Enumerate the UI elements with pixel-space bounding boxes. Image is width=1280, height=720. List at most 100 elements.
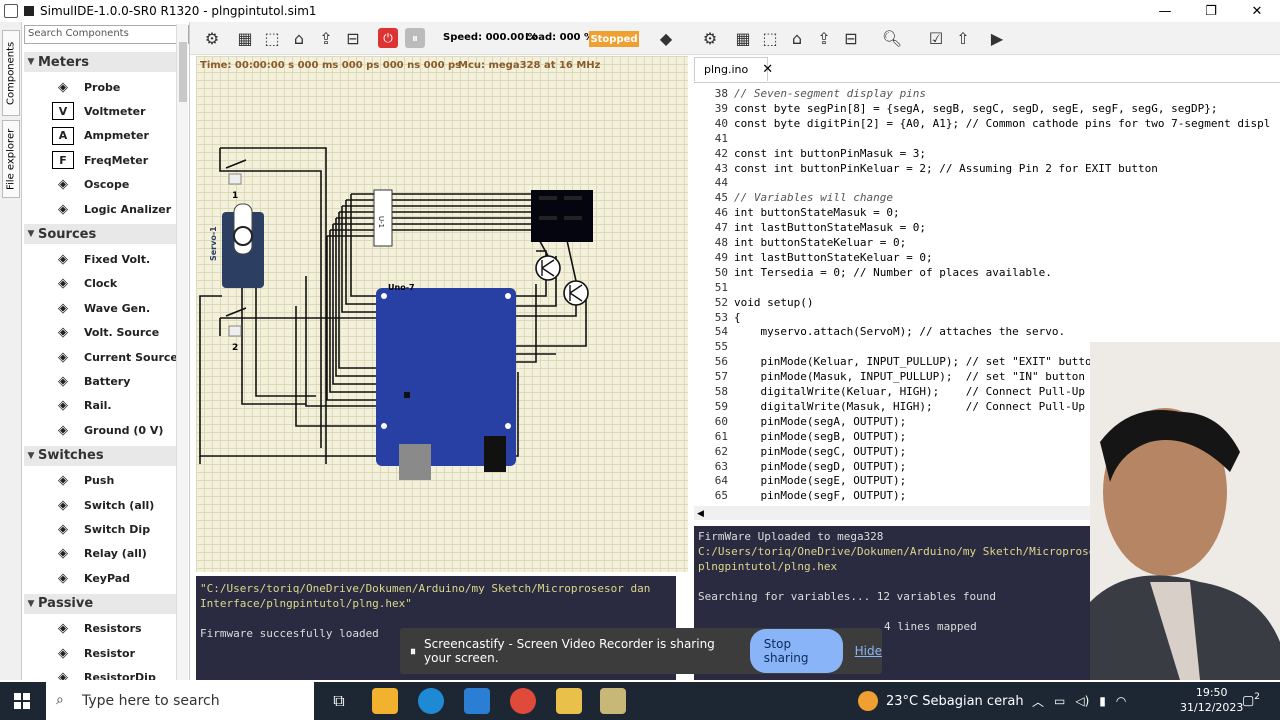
notification-icon[interactable]: ▢2 <box>1242 692 1260 708</box>
minimize-button[interactable]: — <box>1142 0 1188 22</box>
code-line[interactable]: 52 void setup() <box>694 296 814 311</box>
save-file-icon[interactable]: ⇪ <box>316 28 336 48</box>
simulide-icon[interactable] <box>600 688 626 714</box>
debug-run-icon[interactable]: ▶ <box>987 28 1007 48</box>
code-line[interactable]: 44 <box>694 176 734 191</box>
component-relay-all-[interactable]: ◈ Relay (all) <box>52 543 147 565</box>
code-line[interactable]: 45 // Variables will change <box>694 191 893 206</box>
file-explorer-icon[interactable] <box>556 688 582 714</box>
code-line[interactable]: 47 int lastButtonStateMasuk = 0; <box>694 221 926 236</box>
category-passive[interactable]: ▼ Passive <box>24 593 176 614</box>
code-line[interactable]: 63 pinMode(segD, OUTPUT); <box>694 460 906 475</box>
tab-file-explorer[interactable]: File explorer <box>2 120 20 198</box>
code-line[interactable]: 60 pinMode(segA, OUTPUT); <box>694 415 906 430</box>
component-switch-dip[interactable]: ◈ Switch Dip <box>52 518 150 540</box>
editor-upload-icon[interactable]: ⊟ <box>841 28 861 48</box>
code-line[interactable]: 49 int lastButtonStateKeluar = 0; <box>694 251 933 266</box>
component-freqmeter[interactable]: F FreqMeter <box>52 149 148 171</box>
start-button[interactable] <box>14 693 30 709</box>
code-line[interactable]: 55 <box>694 340 734 355</box>
code-line[interactable]: 56 pinMode(Keluar, INPUT_PULLUP); // set… <box>694 355 1092 370</box>
component-rail-[interactable]: ◈ Rail. <box>52 395 112 417</box>
component-clock[interactable]: ◈ Clock <box>52 273 117 295</box>
component-wave-gen-[interactable]: ◈ Wave Gen. <box>52 297 150 319</box>
tab-plng-ino[interactable]: plng.ino ✕ <box>694 57 773 81</box>
component-logic-analizer[interactable]: ◈ Logic Analizer <box>52 198 171 220</box>
store-icon[interactable] <box>372 688 398 714</box>
code-line[interactable]: 58 digitalWrite(Keluar, HIGH); // Connec… <box>694 385 1085 400</box>
edge-icon[interactable] <box>418 688 444 714</box>
code-line[interactable]: 57 pinMode(Masuk, INPUT_PULLUP); // set … <box>694 370 1085 385</box>
code-line[interactable]: 46 int buttonStateMasuk = 0; <box>694 206 900 221</box>
volume-icon[interactable]: ◁) <box>1075 694 1089 708</box>
code-line[interactable]: 53 { <box>694 311 741 326</box>
code-line[interactable]: 39 const byte segPin[8] = {segA, segB, se… <box>694 102 1218 117</box>
debug-icon[interactable]: ◆ <box>656 28 676 48</box>
component-resistordip[interactable]: ◈ ResistorDip <box>52 666 156 680</box>
code-line[interactable]: 51 <box>694 281 734 296</box>
chrome-icon[interactable] <box>510 688 536 714</box>
code-line[interactable]: 43 const int buttonPinKeluar = 2; // Assu… <box>694 162 1158 177</box>
component-probe[interactable]: ◈ Probe <box>52 76 120 98</box>
component-volt-source[interactable]: ◈ Volt. Source <box>52 322 159 344</box>
system-menu-icon[interactable] <box>4 4 18 18</box>
code-line[interactable]: 42 const int buttonPinMasuk = 3; <box>694 147 926 162</box>
circuit-icon[interactable]: ▦ <box>235 28 255 48</box>
weather-widget[interactable]: 23°C Sebagian cerah <box>858 682 1024 720</box>
close-button[interactable]: ✕ <box>1234 0 1280 22</box>
upload-icon[interactable]: ⇧ <box>953 28 973 48</box>
component-oscope[interactable]: ◈ Oscope <box>52 174 129 196</box>
component-voltmeter[interactable]: V Voltmeter <box>52 100 146 122</box>
code-line[interactable]: 41 <box>694 132 734 147</box>
wifi-icon[interactable]: ◠ <box>1116 694 1126 708</box>
editor-save-icon[interactable]: ⌂ <box>787 28 807 48</box>
code-line[interactable]: 48 int buttonStateKeluar = 0; <box>694 236 906 251</box>
hide-link[interactable]: Hide <box>855 644 882 658</box>
component-battery[interactable]: ◈ Battery <box>52 370 130 392</box>
component-fixed-volt-[interactable]: ◈ Fixed Volt. <box>52 248 150 270</box>
component-ground-0-v-[interactable]: ◈ Ground (0 V) <box>52 419 163 441</box>
circuit-canvas[interactable]: Time: 00:00:00 s 000 ms 000 ps 000 ns 00… <box>196 56 688 572</box>
find-icon[interactable]: 🔍︎ <box>882 28 902 48</box>
open-file-icon[interactable]: ⌂ <box>289 28 309 48</box>
save-as-icon[interactable]: ⊟ <box>343 28 363 48</box>
chevron-up-icon[interactable]: ︿ <box>1032 693 1044 710</box>
system-tray[interactable]: ︿ ▭ ◁) ▮ ◠ <box>1032 682 1126 720</box>
code-line[interactable]: 65 pinMode(segF, OUTPUT); <box>694 489 906 504</box>
code-line[interactable]: 40 const byte digitPin[2] = {A0, A1}; // … <box>694 117 1271 132</box>
battery-icon[interactable]: ▭ <box>1054 694 1065 708</box>
editor-saveas-icon[interactable]: ⇪ <box>814 28 834 48</box>
editor-open-icon[interactable]: ⬚ <box>760 28 780 48</box>
clock[interactable]: 19:50 31/12/2023 <box>1180 685 1243 715</box>
component-resistor[interactable]: ◈ Resistor <box>52 642 135 664</box>
component-push[interactable]: ◈ Push <box>52 470 114 492</box>
settings-gear-icon[interactable]: ⚙ <box>202 28 222 48</box>
mic-icon[interactable]: ▮ <box>1099 694 1106 708</box>
component-current-source[interactable]: ◈ Current Source <box>52 346 178 368</box>
component-keypad[interactable]: ◈ KeyPad <box>52 567 130 589</box>
code-line[interactable]: 50 int Tersedia = 0; // Number of places … <box>694 266 1052 281</box>
code-line[interactable]: 54 myservo.attach(ServoM); // attaches t… <box>694 325 1065 340</box>
editor-new-icon[interactable]: ▦ <box>733 28 753 48</box>
pause-button-icon[interactable]: ⏸ <box>405 28 425 48</box>
compile-icon[interactable]: ☑ <box>926 28 946 48</box>
code-line[interactable]: 38 // Seven-segment display pins <box>694 87 926 102</box>
editor-hscrollbar[interactable]: ◀ <box>694 506 1094 520</box>
tab-components[interactable]: Components <box>2 30 20 116</box>
close-tab-icon[interactable]: ✕ <box>762 62 773 77</box>
power-button-icon[interactable]: ⏻ <box>378 28 398 48</box>
code-line[interactable]: 61 pinMode(segB, OUTPUT); <box>694 430 906 445</box>
taskbar-search[interactable]: ⌕ Type here to search <box>46 682 314 720</box>
code-line[interactable]: 64 pinMode(segE, OUTPUT); <box>694 474 906 489</box>
code-line[interactable]: 62 pinMode(segC, OUTPUT); <box>694 445 906 460</box>
new-file-icon[interactable]: ⬚ <box>262 28 282 48</box>
component-ampmeter[interactable]: A Ampmeter <box>52 125 149 147</box>
mail-icon[interactable] <box>464 688 490 714</box>
component-switch-all-[interactable]: ◈ Switch (all) <box>52 494 154 516</box>
component-resistors[interactable]: ◈ Resistors <box>52 618 142 640</box>
category-meters[interactable]: ▼ Meters <box>24 52 176 72</box>
category-sources[interactable]: ▼ Sources <box>24 224 176 245</box>
search-input[interactable]: Search Components <box>24 25 189 44</box>
stop-sharing-button[interactable]: Stop sharing <box>749 629 843 673</box>
category-switches[interactable]: ▼ Switches <box>24 445 176 466</box>
